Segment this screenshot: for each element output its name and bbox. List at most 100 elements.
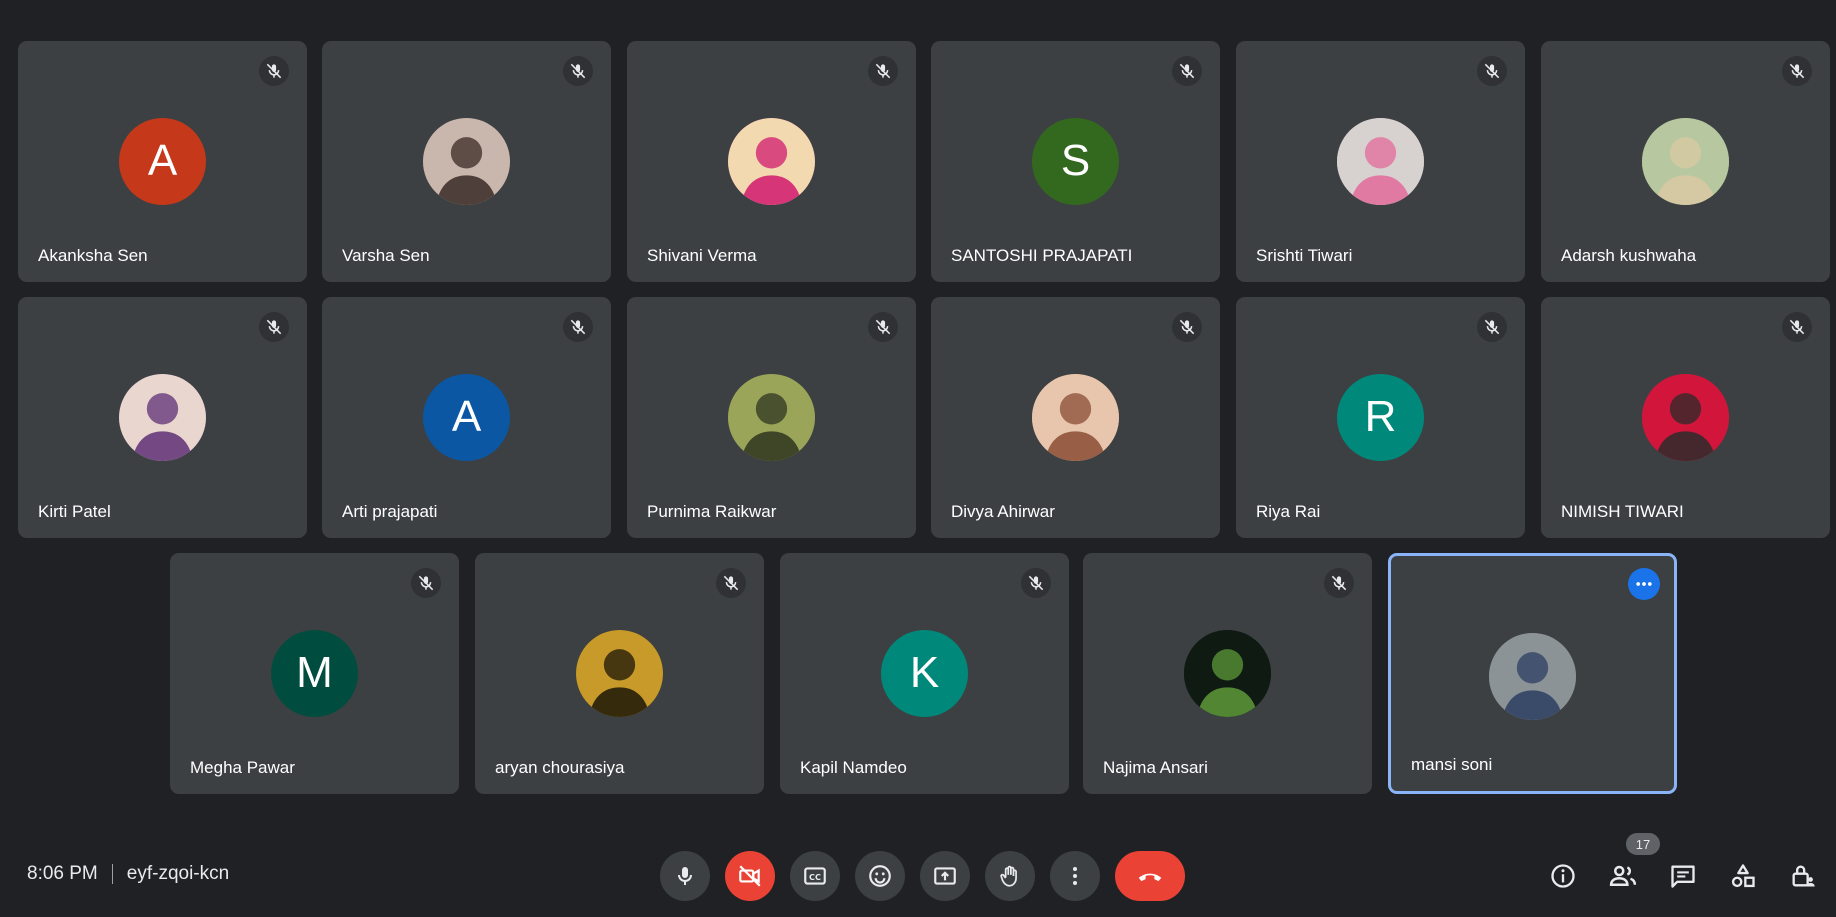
muted-indicator	[563, 312, 593, 342]
avatar: A	[119, 117, 206, 205]
participant-tile[interactable]: mansi soni	[1388, 553, 1677, 794]
avatar-initial: A	[147, 136, 178, 185]
muted-indicator	[1477, 56, 1507, 86]
host-controls-button[interactable]	[1778, 851, 1828, 901]
participant-tile[interactable]: Kirti Patel	[18, 297, 307, 538]
profile-photo	[1337, 117, 1424, 205]
emoji-reaction-button[interactable]	[855, 851, 905, 901]
participant-name: Srishti Tiwari	[1256, 246, 1353, 265]
muted-indicator	[1782, 56, 1812, 86]
mic-off-icon	[1789, 63, 1805, 79]
captions-icon: CC	[804, 867, 826, 885]
participant-count-badge: 17	[1626, 833, 1660, 855]
avatar-initial: A	[451, 392, 482, 441]
participant-tile[interactable]: S SANTOSHI PRAJAPATI	[931, 41, 1220, 282]
mic-off-icon	[875, 63, 891, 79]
camera-toggle-button[interactable]	[725, 851, 775, 901]
meeting-details-button[interactable]	[1538, 851, 1588, 901]
profile-photo	[1184, 629, 1271, 717]
mic-off-icon	[1028, 575, 1044, 591]
activities-button[interactable]	[1718, 851, 1768, 901]
muted-indicator	[259, 56, 289, 86]
activities-icon	[1731, 864, 1755, 888]
people-button[interactable]	[1598, 851, 1648, 901]
avatar: K	[881, 629, 968, 717]
mic-off-icon	[723, 575, 739, 591]
participant-name: aryan chourasiya	[495, 758, 625, 777]
participant-tile[interactable]: Najima Ansari	[1083, 553, 1372, 794]
muted-indicator	[1172, 312, 1202, 342]
profile-photo	[1032, 373, 1119, 461]
mic-off-icon	[570, 63, 586, 79]
participant-tile[interactable]: A Arti prajapati	[322, 297, 611, 538]
mic-off-icon	[1179, 319, 1195, 335]
more-horiz-icon	[1636, 582, 1652, 586]
participant-tile[interactable]: Adarsh kushwaha	[1541, 41, 1830, 282]
profile-photo	[423, 117, 510, 205]
avatar	[1337, 117, 1424, 205]
avatar	[423, 117, 510, 205]
profile-photo	[1642, 373, 1729, 461]
participant-name: SANTOSHI PRAJAPATI	[951, 246, 1133, 265]
mic-off-icon	[1179, 63, 1195, 79]
participant-tile[interactable]: NIMISH TIWARI	[1541, 297, 1830, 538]
participant-tile[interactable]: aryan chourasiya	[475, 553, 764, 794]
avatar	[119, 373, 206, 461]
avatar-initial: M	[296, 648, 333, 697]
muted-indicator	[1477, 312, 1507, 342]
participant-name: Megha Pawar	[190, 758, 295, 777]
mic-off-icon	[875, 319, 891, 335]
participant-name: Arti prajapati	[342, 502, 438, 521]
raise-hand-button[interactable]	[985, 851, 1035, 901]
participant-tile[interactable]: Srishti Tiwari	[1236, 41, 1525, 282]
avatar-initial: R	[1364, 392, 1397, 441]
mic-off-icon	[418, 575, 434, 591]
present-screen-button[interactable]	[920, 851, 970, 901]
mic-off-icon	[1484, 319, 1500, 335]
muted-indicator	[1021, 568, 1051, 598]
present-screen-icon	[934, 867, 956, 885]
participant-name: mansi soni	[1411, 755, 1493, 774]
avatar	[576, 629, 663, 717]
camera-off-icon	[739, 865, 761, 887]
chat-button[interactable]	[1658, 851, 1708, 901]
meet-stage: A Akanksha Sen Varsha Sen Shivani Verma S SAN…	[0, 0, 1836, 917]
avatar: R	[1337, 373, 1424, 461]
mic-off-icon	[570, 319, 586, 335]
divider	[111, 864, 113, 884]
mic-off-icon	[1331, 575, 1347, 591]
avatar-initial: S	[1060, 136, 1091, 185]
avatar: A	[423, 373, 510, 461]
lock-person-icon	[1792, 865, 1815, 887]
muted-indicator	[1324, 568, 1354, 598]
participant-name: Varsha Sen	[342, 246, 430, 265]
participant-tile[interactable]: K Kapil Namdeo	[780, 553, 1069, 794]
muted-indicator	[868, 312, 898, 342]
profile-photo	[728, 373, 815, 461]
more-options-button[interactable]	[1050, 851, 1100, 901]
avatar	[1184, 629, 1271, 717]
participant-tile[interactable]: A Akanksha Sen	[18, 41, 307, 282]
participant-tile[interactable]: Varsha Sen	[322, 41, 611, 282]
participant-name: Adarsh kushwaha	[1561, 246, 1697, 265]
participant-name: Kirti Patel	[38, 502, 111, 521]
avatar: S	[1032, 117, 1119, 205]
participant-tile[interactable]: Shivani Verma	[627, 41, 916, 282]
tile-options-button[interactable]	[1628, 568, 1660, 600]
participant-tile[interactable]: M Megha Pawar	[170, 553, 459, 794]
captions-button[interactable]: CC	[790, 851, 840, 901]
meeting-code: eyf-zqoi-kcn	[126, 863, 230, 884]
participant-tile[interactable]: Purnima Raikwar	[627, 297, 916, 538]
muted-indicator	[563, 56, 593, 86]
microphone-button[interactable]	[660, 851, 710, 901]
participant-tile[interactable]: Divya Ahirwar	[931, 297, 1220, 538]
mic-off-icon	[1484, 63, 1500, 79]
profile-photo	[1642, 117, 1729, 205]
participant-name: Akanksha Sen	[38, 246, 148, 265]
hang-up-icon	[1138, 873, 1162, 882]
leave-call-button[interactable]	[1115, 851, 1185, 901]
profile-photo	[576, 629, 663, 717]
more-vert-icon	[1073, 867, 1077, 885]
participant-tile[interactable]: R Riya Rai	[1236, 297, 1525, 538]
mic-icon	[678, 867, 692, 885]
